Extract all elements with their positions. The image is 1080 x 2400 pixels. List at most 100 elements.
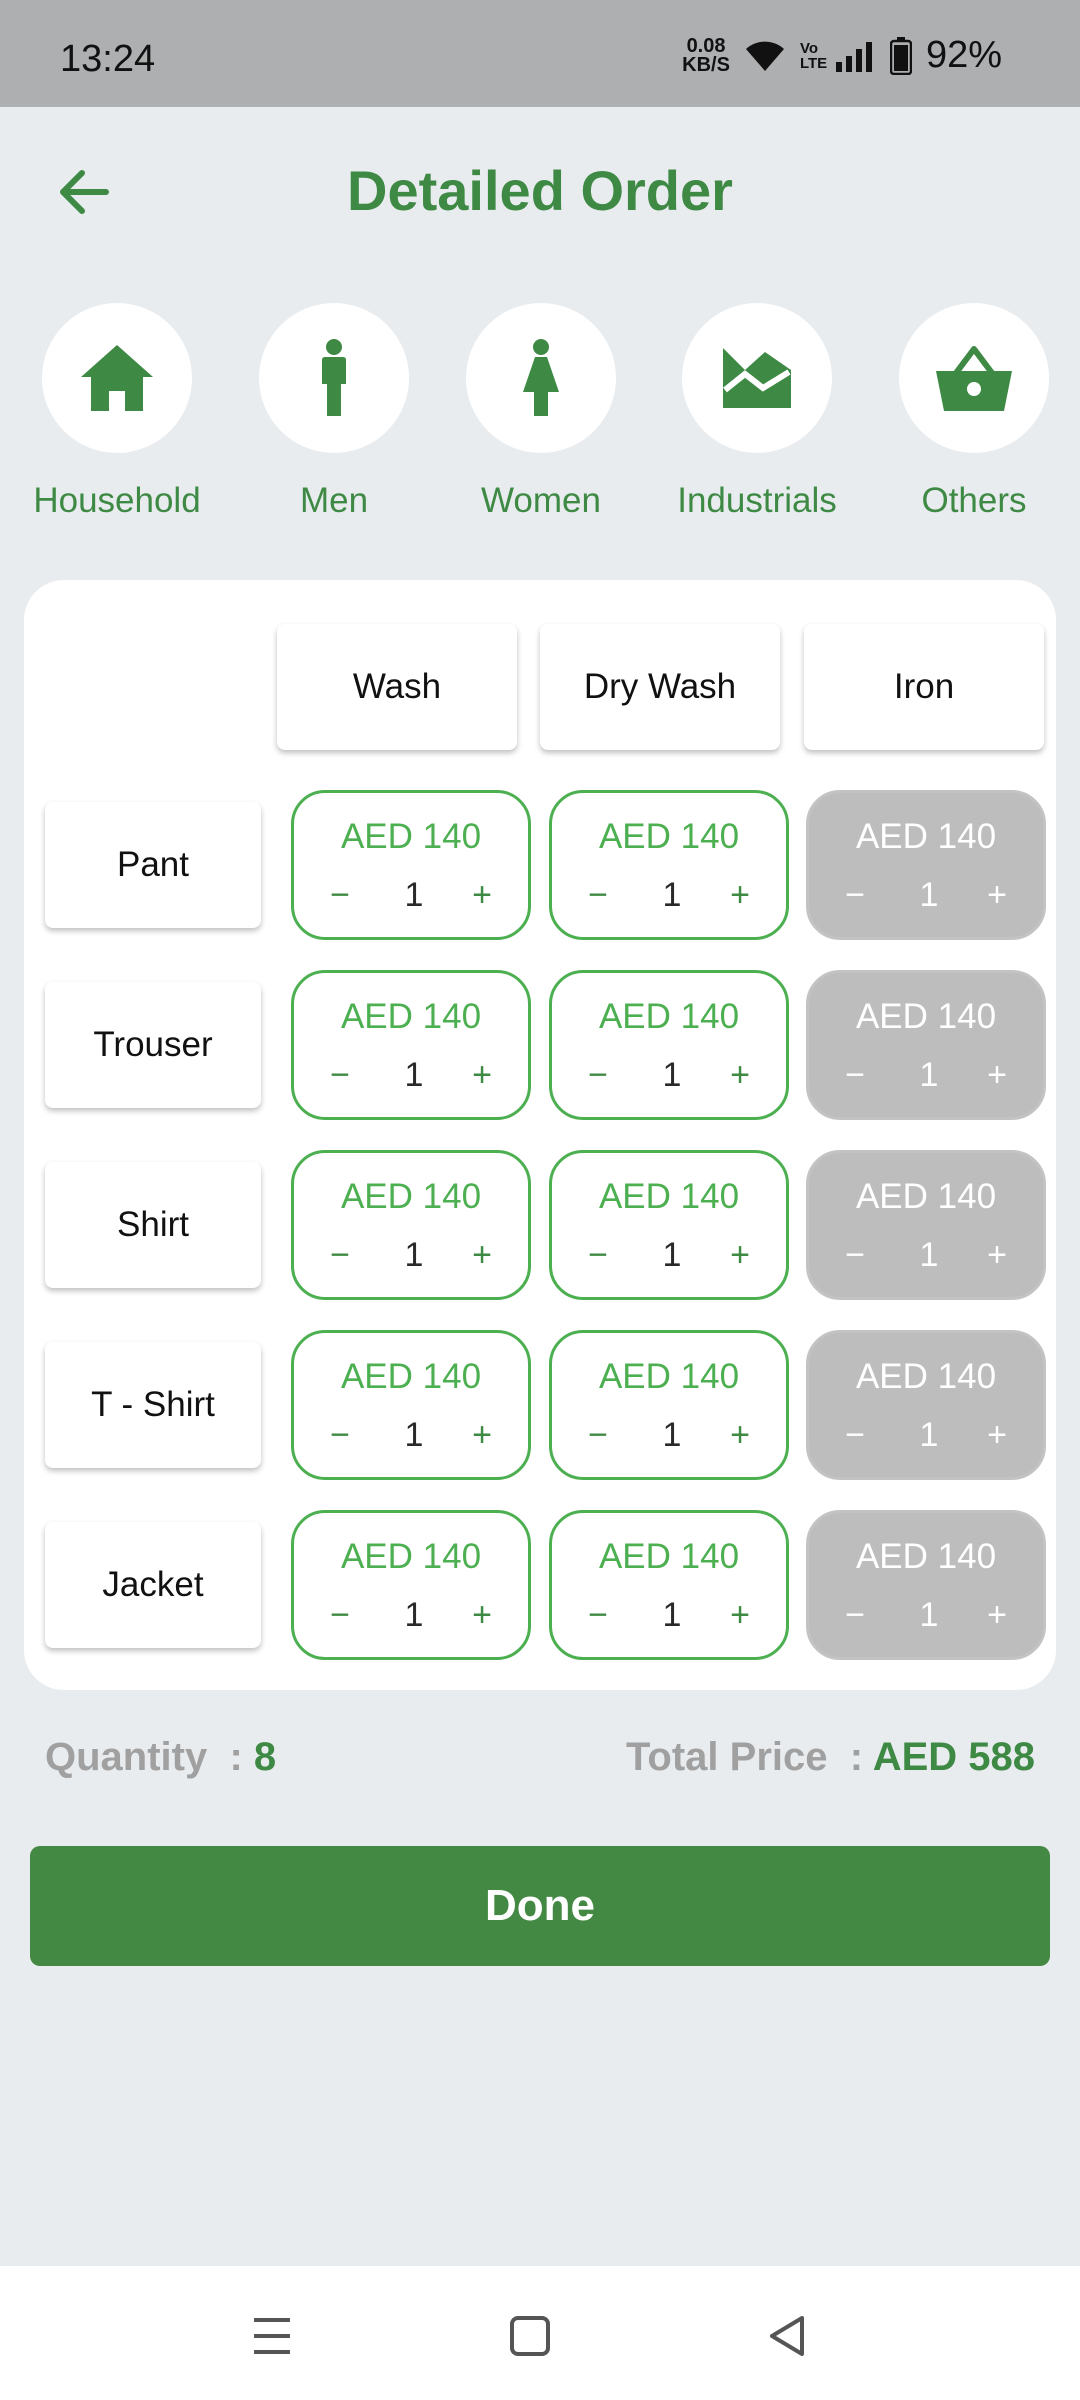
minus-button[interactable]: − <box>835 1053 875 1097</box>
column-header-wash: Wash <box>277 624 517 750</box>
minus-button[interactable]: − <box>835 873 875 917</box>
price-cell: AED 140 − 1 + <box>291 790 531 940</box>
minus-button[interactable]: − <box>320 1233 360 1277</box>
quantity-stepper: − 1 + <box>294 1053 528 1097</box>
category-circle <box>682 303 832 453</box>
home-square-icon[interactable] <box>500 2306 560 2366</box>
minus-button[interactable]: − <box>578 1053 618 1097</box>
battery-percent: 92% <box>925 34 1002 76</box>
minus-button[interactable]: − <box>578 1413 618 1457</box>
category-women[interactable]: Women <box>436 303 646 521</box>
price-cell-disabled: AED 140 − 1 + <box>806 970 1046 1120</box>
house-icon <box>81 345 153 411</box>
price-cell-disabled: AED 140 − 1 + <box>806 1330 1046 1480</box>
plus-button[interactable]: + <box>720 1233 760 1277</box>
menu-icon[interactable] <box>242 2306 302 2366</box>
quantity-value: 1 <box>919 1416 939 1454</box>
back-triangle-icon[interactable] <box>758 2306 818 2366</box>
row-label-shirt: Shirt <box>45 1162 261 1288</box>
quantity-stepper: − 1 + <box>552 1413 786 1457</box>
quantity-stepper: − 1 + <box>294 873 528 917</box>
price-label: AED 140 <box>855 1537 997 1576</box>
category-circle <box>259 303 409 453</box>
plus-button[interactable]: + <box>462 1413 502 1457</box>
category-household[interactable]: Household <box>12 303 222 521</box>
quantity-value: 1 <box>662 876 682 914</box>
minus-button[interactable]: − <box>835 1233 875 1277</box>
minus-button[interactable]: − <box>578 1233 618 1277</box>
quantity-stepper: − 1 + <box>552 1593 786 1637</box>
minus-button[interactable]: − <box>835 1413 875 1457</box>
total-price-value: AED 588 <box>872 1735 1035 1779</box>
plus-button[interactable]: + <box>977 1233 1017 1277</box>
minus-button[interactable]: − <box>320 1413 360 1457</box>
minus-button[interactable]: − <box>320 1053 360 1097</box>
row-label-pant: Pant <box>45 802 261 928</box>
plus-button[interactable]: + <box>977 1413 1017 1457</box>
row-label-trouser: Trouser <box>45 982 261 1108</box>
category-label: Others <box>921 481 1027 520</box>
plus-button[interactable]: + <box>977 1053 1017 1097</box>
system-nav-bar <box>0 2266 1080 2400</box>
plus-button[interactable]: + <box>720 873 760 917</box>
quantity-stepper: − 1 + <box>809 1593 1043 1637</box>
quantity-value: 8 <box>253 1735 277 1779</box>
quantity-value: 1 <box>919 876 939 914</box>
quantity-stepper: − 1 + <box>809 1413 1043 1457</box>
price-label: AED 140 <box>340 817 482 856</box>
industrial-icon <box>723 348 791 408</box>
price-cell-disabled: AED 140 − 1 + <box>806 1510 1046 1660</box>
minus-button[interactable]: − <box>578 1593 618 1637</box>
plus-button[interactable]: + <box>462 1053 502 1097</box>
price-label: AED 140 <box>340 1357 482 1396</box>
quantity-stepper: − 1 + <box>294 1413 528 1457</box>
minus-button[interactable]: − <box>578 873 618 917</box>
plus-button[interactable]: + <box>977 873 1017 917</box>
status-time: 13:24 <box>60 38 156 80</box>
price-label: AED 140 <box>598 997 740 1036</box>
minus-button[interactable]: − <box>320 1593 360 1637</box>
minus-button[interactable]: − <box>835 1593 875 1637</box>
page-title: Detailed Order <box>347 159 733 222</box>
plus-button[interactable]: + <box>462 1593 502 1637</box>
quantity-value: 1 <box>919 1596 939 1634</box>
woman-icon <box>523 339 559 416</box>
quantity-stepper: − 1 + <box>294 1233 528 1277</box>
signal-icon <box>835 41 872 72</box>
quantity-stepper: − 1 + <box>552 1233 786 1277</box>
plus-button[interactable]: + <box>462 1233 502 1277</box>
quantity-value: 1 <box>919 1056 939 1094</box>
quantity-stepper: − 1 + <box>809 873 1043 917</box>
order-summary: Quantity : 8 Total Price : AED 588 <box>45 1735 1035 1791</box>
price-cell: AED 140 − 1 + <box>549 790 789 940</box>
done-button[interactable]: Done <box>30 1846 1050 1966</box>
plus-button[interactable]: + <box>462 873 502 917</box>
price-label: AED 140 <box>598 1537 740 1576</box>
price-cell: AED 140 − 1 + <box>549 1510 789 1660</box>
quantity-label: Quantity : <box>45 1735 243 1779</box>
minus-button[interactable]: − <box>320 873 360 917</box>
quantity-value: 1 <box>662 1416 682 1454</box>
quantity-value: 1 <box>662 1596 682 1634</box>
battery-icon <box>889 36 912 75</box>
quantity-value: 1 <box>404 876 424 914</box>
category-others[interactable]: Others <box>869 303 1079 521</box>
plus-button[interactable]: + <box>720 1593 760 1637</box>
category-circle <box>899 303 1049 453</box>
quantity-value: 1 <box>404 1596 424 1634</box>
price-cell-disabled: AED 140 − 1 + <box>806 1150 1046 1300</box>
price-cell: AED 140 − 1 + <box>549 1330 789 1480</box>
plus-button[interactable]: + <box>977 1593 1017 1637</box>
plus-button[interactable]: + <box>720 1053 760 1097</box>
category-industrials[interactable]: Industrials <box>652 303 862 521</box>
price-cell: AED 140 − 1 + <box>291 1330 531 1480</box>
category-men[interactable]: Men <box>229 303 439 521</box>
quantity-value: 1 <box>404 1236 424 1274</box>
order-table-card: Wash Dry Wash Iron Pant AED 140 − 1 + AE… <box>24 580 1056 1690</box>
quantity-summary: Quantity : 8 <box>45 1735 276 1780</box>
plus-button[interactable]: + <box>720 1413 760 1457</box>
quantity-stepper: − 1 + <box>809 1233 1043 1277</box>
basket-icon <box>936 346 1012 411</box>
quantity-stepper: − 1 + <box>552 1053 786 1097</box>
price-cell: AED 140 − 1 + <box>549 1150 789 1300</box>
